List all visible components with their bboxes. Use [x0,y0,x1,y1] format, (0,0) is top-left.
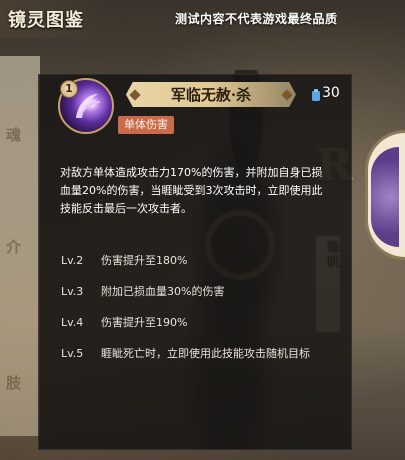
skill-cost: 30 [322,85,340,101]
skill-description: 对敌方单体造成攻击力170%的伤害，并附加自身已损血量20%的伤害，当睚眦受到3… [60,166,323,215]
upgrade-text: 伤害提升至190% [101,316,188,329]
test-watermark: 测试内容不代表游戏最终品质 [175,12,338,26]
skill-name: 军临无赦·杀 [170,86,252,104]
upgrade-row: Lv.3 附加已损血量30%的伤害 [61,283,224,299]
upgrade-level: Lv.4 [61,316,84,329]
upgrade-text: 睚眦死亡时，立即使用此技能攻击随机目标 [101,347,310,360]
upgrade-row: Lv.2 伤害提升至180% [61,252,187,268]
upgrade-row: Lv.4 伤害提升至190% [61,314,187,330]
upgrade-level: Lv.3 [61,285,84,298]
next-character-portrait[interactable] [365,130,405,260]
skill-level-badge: 1 [60,80,78,98]
upgrade-level: Lv.2 [61,254,84,267]
page-title: 镜灵图鉴 [8,10,84,31]
left-side-char: 肢 [6,374,22,392]
skill-type-tag: 单体伤害 [118,116,174,134]
left-side-char: 魂 [6,126,22,144]
upgrade-row: Lv.5 睚眦死亡时，立即使用此技能攻击随机目标 [61,345,310,361]
upgrade-text: 伤害提升至180% [101,254,188,267]
left-side-char: 介 [6,238,22,256]
portrait-image [371,147,399,247]
upgrade-level: Lv.5 [61,347,84,360]
energy-icon [312,89,320,101]
upgrade-text: 附加已损血量30%的伤害 [101,285,225,298]
